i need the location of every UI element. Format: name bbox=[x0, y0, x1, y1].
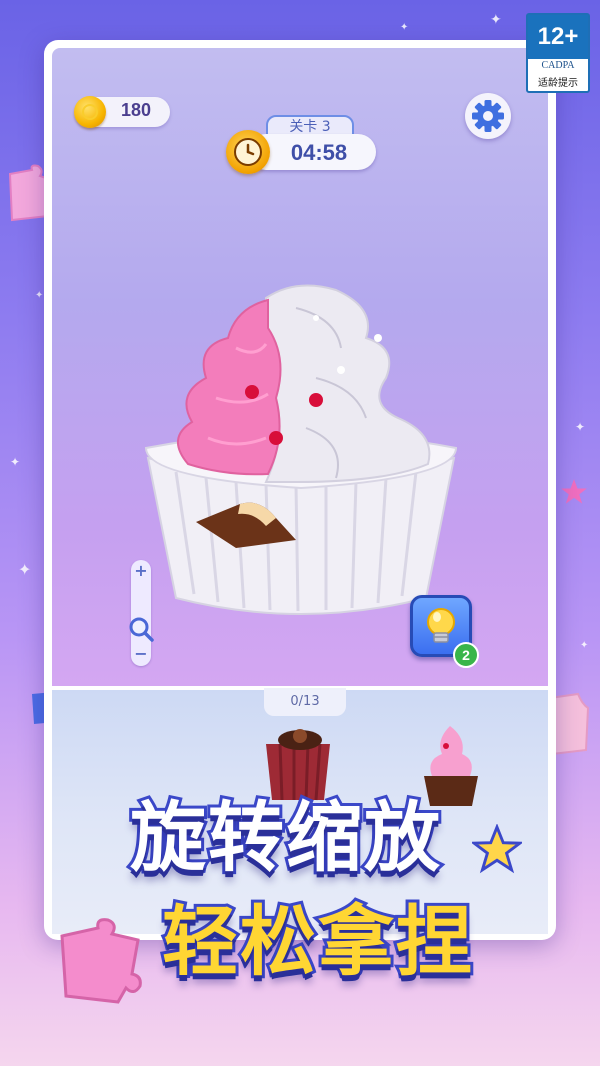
sparkle-icon: ✦ bbox=[18, 560, 32, 579]
cupcake-puzzle[interactable] bbox=[136, 268, 466, 628]
coin-count: 180 bbox=[120, 100, 152, 120]
sparkle-icon: ✦ bbox=[580, 640, 589, 651]
promo-line-1: 旋转缩放 bbox=[127, 790, 443, 885]
zoom-out-button[interactable]: − bbox=[131, 644, 151, 663]
sparkle-icon: ✦ bbox=[490, 12, 502, 28]
zoom-in-button[interactable]: + bbox=[131, 561, 151, 580]
pieces-progress: 0/13 bbox=[264, 688, 346, 716]
hint-count-badge: 2 bbox=[453, 642, 479, 668]
puzzle-piece-icon bbox=[60, 918, 142, 1004]
settings-button[interactable] bbox=[465, 93, 511, 139]
gear-icon bbox=[472, 100, 504, 132]
star-icon bbox=[472, 824, 522, 874]
sparkle-icon: ✦ bbox=[35, 290, 44, 301]
sparkle-icon: ✦ bbox=[10, 455, 21, 469]
timer-value: 04:58 bbox=[290, 140, 348, 165]
sparkle-icon: ✦ bbox=[400, 22, 409, 33]
promo-line-2: 轻松拿捏 bbox=[159, 894, 475, 989]
coin-icon bbox=[74, 96, 106, 128]
clock-icon bbox=[226, 130, 270, 174]
age-rating-tip: 适龄提示 bbox=[538, 78, 578, 89]
sparkle-icon: ✦ bbox=[575, 420, 586, 434]
age-rating-value: 12+ bbox=[528, 15, 588, 59]
age-rating-org: CADPA bbox=[541, 60, 575, 71]
magnifier-icon[interactable] bbox=[127, 615, 155, 643]
star-icon bbox=[561, 479, 587, 504]
